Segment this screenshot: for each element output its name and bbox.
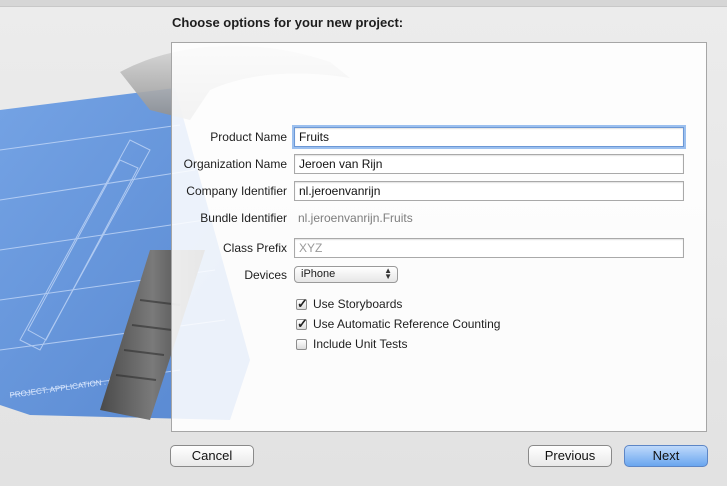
bundle-identifier-value: nl.jeroenvanrijn.Fruits xyxy=(298,211,413,225)
organization-name-label: Organization Name xyxy=(183,157,287,171)
organization-name-field[interactable] xyxy=(294,154,684,174)
devices-label: Devices xyxy=(244,268,287,282)
include-unit-tests-label: Include Unit Tests xyxy=(313,337,408,351)
use-storyboards-option[interactable]: ✓ Use Storyboards xyxy=(296,295,403,311)
use-storyboards-checkbox[interactable]: ✓ xyxy=(296,295,308,311)
include-unit-tests-option[interactable]: Include Unit Tests xyxy=(296,337,408,351)
updown-arrows-icon: ▲ ▼ xyxy=(384,266,392,281)
use-arc-label: Use Automatic Reference Counting xyxy=(313,317,501,331)
options-panel xyxy=(171,42,707,432)
devices-popup[interactable]: iPhone ▲ ▼ xyxy=(294,266,398,283)
page-title: Choose options for your new project: xyxy=(172,15,404,30)
use-arc-option[interactable]: ✓ Use Automatic Reference Counting xyxy=(296,315,501,331)
previous-button[interactable]: Previous xyxy=(528,445,612,467)
devices-popup-value: iPhone xyxy=(301,268,336,280)
class-prefix-field[interactable] xyxy=(294,238,684,258)
product-name-label: Product Name xyxy=(210,130,287,144)
use-arc-checkbox[interactable]: ✓ xyxy=(296,315,308,331)
checkmark-icon: ✓ xyxy=(297,315,308,331)
include-unit-tests-checkbox[interactable] xyxy=(296,338,307,350)
company-identifier-field[interactable] xyxy=(294,181,684,201)
company-identifier-label: Company Identifier xyxy=(186,184,287,198)
cancel-button[interactable]: Cancel xyxy=(170,445,254,467)
bundle-identifier-label: Bundle Identifier xyxy=(200,211,287,225)
checkmark-icon: ✓ xyxy=(297,295,308,311)
product-name-field[interactable] xyxy=(294,127,684,147)
class-prefix-label: Class Prefix xyxy=(222,241,287,255)
next-button[interactable]: Next xyxy=(624,445,708,467)
use-storyboards-label: Use Storyboards xyxy=(313,297,403,311)
